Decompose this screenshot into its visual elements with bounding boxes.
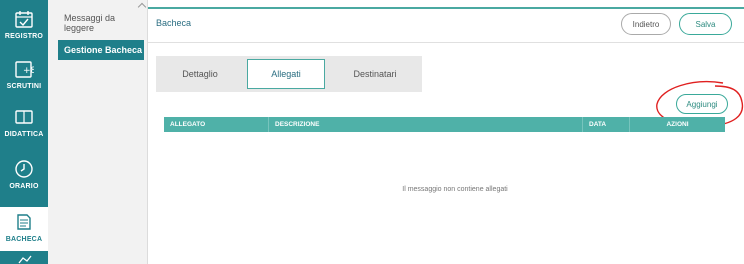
attachments-table-header: ALLEGATO DESCRIZIONE DATA AZIONI — [164, 117, 725, 132]
nav-item-label: SCRUTINI — [6, 83, 42, 90]
tab-allegati[interactable]: Allegati — [247, 59, 325, 89]
main-nav-rail: REGISTRO +8 SCRUTINI DIDATTICA ORARIO BA… — [0, 0, 48, 264]
subnav-item-gestione-bacheca[interactable]: Gestione Bacheca — [58, 40, 144, 60]
empty-state-message: Il messaggio non contiene allegati — [402, 186, 508, 193]
nav-item-more[interactable] — [0, 254, 48, 264]
back-button[interactable]: Indietro — [621, 13, 671, 35]
nav-item-label: REGISTRO — [4, 33, 44, 40]
header-divider — [148, 42, 744, 43]
column-header-data[interactable]: DATA — [583, 117, 630, 132]
nav-item-label: BACHECA — [5, 236, 43, 243]
board-icon — [13, 211, 35, 233]
subnav-item-messaggi[interactable]: Messaggi da leggere — [58, 12, 144, 34]
header-accent-line — [148, 7, 744, 9]
grade-icon: +8 — [13, 58, 35, 80]
tab-destinatari[interactable]: Destinatari — [328, 59, 422, 89]
nav-item-registro[interactable]: REGISTRO — [0, 8, 48, 56]
scroll-up-icon[interactable] — [137, 2, 147, 12]
clock-icon — [13, 158, 35, 180]
secondary-nav: Messaggi da leggere Gestione Bacheca — [48, 0, 148, 264]
more-icon — [13, 254, 35, 264]
nav-item-orario[interactable]: ORARIO — [0, 158, 48, 200]
column-header-azioni: AZIONI — [666, 121, 689, 128]
nav-item-label: ORARIO — [9, 183, 39, 190]
tab-dettaglio[interactable]: Dettaglio — [156, 59, 244, 89]
nav-item-bacheca[interactable]: BACHECA — [0, 207, 48, 251]
nav-item-didattica[interactable]: DIDATTICA — [0, 106, 48, 148]
page-title: Bacheca — [156, 18, 192, 28]
nav-item-label: DIDATTICA — [4, 131, 44, 138]
nav-item-scrutini[interactable]: +8 SCRUTINI — [0, 58, 48, 100]
svg-text:+8: +8 — [23, 66, 34, 76]
column-header-allegato[interactable]: ALLEGATO — [164, 117, 269, 132]
save-button[interactable]: Salva — [679, 13, 732, 35]
book-open-icon — [13, 106, 35, 128]
calendar-check-icon — [13, 8, 35, 30]
column-header-descrizione[interactable]: DESCRIZIONE — [269, 117, 583, 132]
